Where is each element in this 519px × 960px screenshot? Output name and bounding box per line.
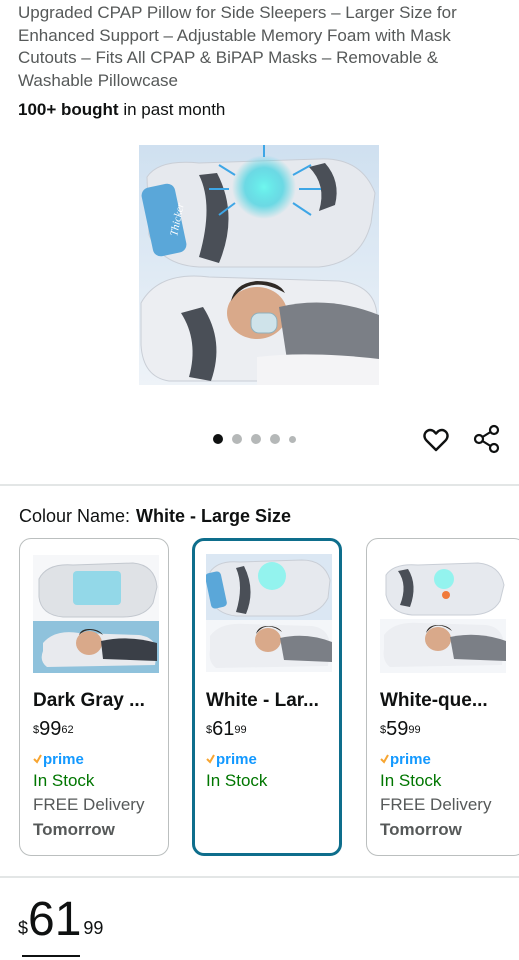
variant-thumbnail [205, 554, 332, 672]
variant-thumbnail [33, 555, 159, 673]
share-icon[interactable] [472, 424, 502, 454]
heart-icon[interactable] [422, 426, 450, 454]
carousel-dot-5[interactable] [289, 435, 296, 443]
variant-price: $6199 [206, 718, 247, 740]
price-whole: 61 [28, 893, 82, 946]
carousel-dot-3[interactable] [251, 434, 261, 444]
carousel-dot-2[interactable] [232, 434, 242, 444]
stock-status: In Stock [33, 771, 95, 790]
bought-count-suffix: in past month [118, 100, 226, 119]
price-cents: 99 [83, 918, 104, 938]
delivery-text: FREE Delivery [33, 795, 145, 814]
variant-name: Dark Gray ... [33, 690, 145, 711]
bought-count: 100+ bought in past month [18, 99, 225, 121]
svg-text:prime: prime [216, 751, 257, 768]
prime-badge: prime [206, 749, 331, 769]
variant-price: $9962 [33, 718, 74, 740]
delivery-date: Tomorrow [380, 820, 462, 839]
section-divider [0, 484, 519, 486]
price-underline [22, 955, 80, 957]
stock-status: In Stock [380, 771, 442, 790]
product-title: Upgraded CPAP Pillow for Side Sleepers –… [18, 3, 457, 90]
price-currency: $ [18, 918, 29, 938]
delivery-text: FREE Delivery [380, 795, 492, 814]
image-carousel-indicator[interactable] [213, 434, 296, 444]
carousel-dot-4[interactable] [270, 434, 280, 444]
colour-name-label: Colour Name: [19, 506, 131, 526]
variant-name: White - Lar... [206, 690, 319, 711]
prime-badge: prime [33, 749, 160, 769]
colour-name-row: Colour Name: White - Large Size [19, 504, 291, 528]
variant-card-white-queen[interactable]: White-que... $5999 prime In Stock FREE D… [366, 538, 519, 856]
variant-thumbnail [380, 555, 506, 673]
delivery-date: Tomorrow [33, 820, 115, 839]
bought-count-number: 100+ bought [18, 100, 119, 119]
variant-price: $5999 [380, 718, 421, 740]
stock-status: In Stock [206, 771, 268, 790]
variant-card-dark-gray[interactable]: Dark Gray ... $9962 prime In Stock FREE … [19, 538, 169, 856]
product-image[interactable]: Thicker [139, 145, 379, 385]
variant-card-white-large[interactable]: White - Lar... $6199 prime In Stock [192, 538, 342, 856]
svg-text:prime: prime [390, 751, 431, 768]
product-price: $61 99 [18, 893, 103, 947]
colour-name-value: White - Large Size [136, 506, 292, 526]
carousel-dot-1[interactable] [213, 434, 223, 444]
section-divider [0, 876, 519, 878]
svg-text:prime: prime [43, 751, 84, 768]
prime-badge: prime [380, 749, 517, 769]
variant-name: White-que... [380, 690, 488, 711]
